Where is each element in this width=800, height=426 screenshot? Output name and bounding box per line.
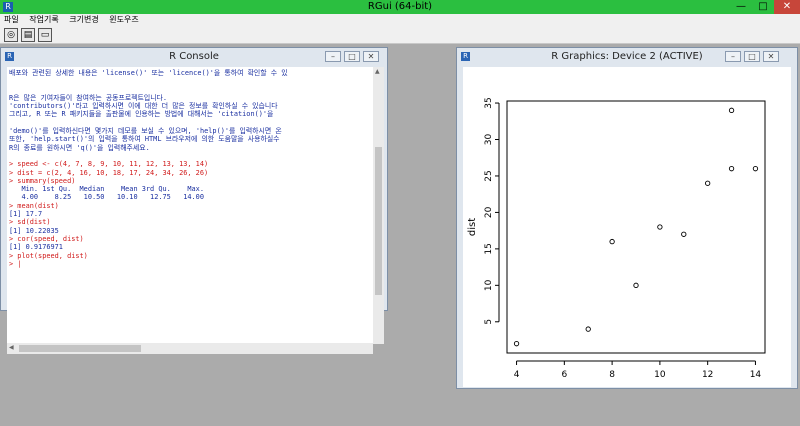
plot-frame xyxy=(506,100,766,354)
console-output-line: 'demo()'를 입력하신다면 몇가지 데모를 보실 수 있으며, 'help… xyxy=(9,127,282,136)
data-point xyxy=(513,341,520,347)
y-tick-label: 15 xyxy=(484,243,494,254)
console-minimize-button[interactable]: – xyxy=(325,51,341,62)
console-output-line: 또한, 'help.start()'의 입력을 통하여 HTML 브라우저에 의… xyxy=(9,135,280,144)
y-tick-label: 10 xyxy=(484,279,494,291)
console-output-line xyxy=(9,86,371,94)
data-point xyxy=(609,238,615,245)
console-command-line: > | xyxy=(9,259,22,268)
scroll-left-icon[interactable]: ◀ xyxy=(9,343,14,353)
console-output-line: R의 종료를 원하시면 'q()'을 입력해주세요. xyxy=(9,143,150,152)
menu-resize[interactable]: 크기변경 xyxy=(65,14,102,26)
console-output[interactable]: 배포와 관련된 상세한 내용은 'license()' 또는 'licence(… xyxy=(7,67,373,343)
console-maximize-button[interactable]: □ xyxy=(344,51,360,62)
y-axis-label: dist xyxy=(467,218,478,236)
console-text: 배포와 관련된 상세한 내용은 'license()' 또는 'licence(… xyxy=(9,69,371,268)
console-output-line xyxy=(9,152,371,160)
scatter-plot: 4681012145101520253035speeddist xyxy=(467,97,766,380)
x-tick-label: 10 xyxy=(654,370,666,380)
console-command-line: > speed <- c(4, 7, 8, 9, 10, 11, 12, 13,… xyxy=(9,160,209,169)
vertical-scroll-thumb[interactable] xyxy=(375,147,382,295)
graphics-close-button[interactable]: ✕ xyxy=(763,51,779,62)
y-tick-label: 20 xyxy=(484,206,494,218)
console-output-line: 그리고, R 또는 R 패키지들을 출판물에 인용하는 방법에 대해서는 'ci… xyxy=(9,110,274,119)
console-output-line: [1] 10.22035 xyxy=(9,226,59,235)
open-script-icon[interactable]: ◎ xyxy=(4,28,18,42)
data-point xyxy=(633,282,639,288)
console-output-line: R은 많은 기여자들이 참여하는 공동프로젝트입니다. xyxy=(9,93,168,102)
console-output-line: 4.00 8.25 10.50 10.10 12.75 14.00 xyxy=(9,193,204,202)
vertical-scrollbar[interactable]: ▲ xyxy=(373,67,384,344)
horizontal-scroll-thumb[interactable] xyxy=(19,345,141,352)
console-command-line: > summary(speed) xyxy=(9,176,76,185)
graphics-maximize-button[interactable]: □ xyxy=(744,51,760,62)
print-icon[interactable]: ▤ xyxy=(21,28,35,42)
minimize-button[interactable]: — xyxy=(730,0,752,14)
x-tick-label: 6 xyxy=(561,370,567,380)
console-output-line: 'contributors()'라고 입력하시면 이에 대한 더 많은 정보를 … xyxy=(9,102,278,111)
data-point xyxy=(681,231,687,237)
y-tick-label: 25 xyxy=(484,170,494,181)
x-tick-label: 12 xyxy=(702,370,713,380)
console-close-button[interactable]: ✕ xyxy=(363,51,379,62)
console-window[interactable]: R R Console – □ ✕ 배포와 관련된 상세한 내용은 'licen… xyxy=(0,47,388,354)
console-output-line xyxy=(9,119,371,127)
menu-history[interactable]: 작업기록 xyxy=(25,14,62,26)
y-tick-label: 5 xyxy=(484,319,494,325)
data-point xyxy=(657,224,663,230)
data-point xyxy=(585,326,591,332)
console-output-line: [1] 17.7 xyxy=(9,210,43,219)
graphics-title-bar[interactable]: R R Graphics: Device 2 (ACTIVE) – □ ✕ xyxy=(457,48,797,65)
menu-bar: 파일 작업기록 크기변경 윈도우즈 xyxy=(0,14,800,26)
y-tick-label: 30 xyxy=(484,134,494,146)
menu-file[interactable]: 파일 xyxy=(0,14,23,26)
scroll-up-icon[interactable]: ▲ xyxy=(375,67,380,77)
console-command-line: > cor(speed, dist) xyxy=(9,234,84,243)
close-button[interactable]: ✕ xyxy=(774,0,800,14)
data-point xyxy=(752,166,759,172)
data-point xyxy=(705,180,711,186)
menu-windows[interactable]: 윈도우즈 xyxy=(105,14,142,26)
toolbar: ◎ ▤ ▭ xyxy=(0,26,800,44)
console-command-line: > mean(dist) xyxy=(9,201,59,210)
console-output-line: Min. 1st Qu. Median Mean 3rd Qu. Max. xyxy=(9,185,204,194)
graphics-window[interactable]: R R Graphics: Device 2 (ACTIVE) – □ ✕ 4 6… xyxy=(456,47,798,389)
graphics-minimize-button[interactable]: – xyxy=(725,51,741,62)
plot-area: 4681012145101520253035speeddist xyxy=(463,67,791,387)
horizontal-scrollbar[interactable]: ◀ xyxy=(7,343,373,354)
maximize-button[interactable]: □ xyxy=(752,0,774,14)
x-tick-label: 14 xyxy=(750,370,762,380)
app-title: RGui (64-bit) xyxy=(367,1,433,12)
console-command-line: > sd(dist) xyxy=(9,218,51,227)
console-command-line: > plot(speed, dist) xyxy=(9,251,88,260)
y-tick-label: 35 xyxy=(484,97,494,108)
x-tick-label: 4 xyxy=(514,370,520,380)
x-tick-label: 8 xyxy=(609,370,615,380)
console-command-line: > dist = c(2, 4, 16, 10, 18, 17, 24, 34,… xyxy=(9,168,209,177)
console-output-line: 배포와 관련된 상세한 내용은 'license()' 또는 'licence(… xyxy=(9,69,288,77)
data-point xyxy=(728,107,735,113)
window-icon[interactable]: ▭ xyxy=(38,28,52,42)
console-title-bar[interactable]: R R Console – □ ✕ xyxy=(1,48,387,65)
console-output-line: [1] 0.9176971 xyxy=(9,243,63,252)
data-point xyxy=(728,166,735,172)
console-output-line xyxy=(9,77,371,85)
main-title-bar[interactable]: R RGui (64-bit) — □ ✕ xyxy=(0,0,800,14)
